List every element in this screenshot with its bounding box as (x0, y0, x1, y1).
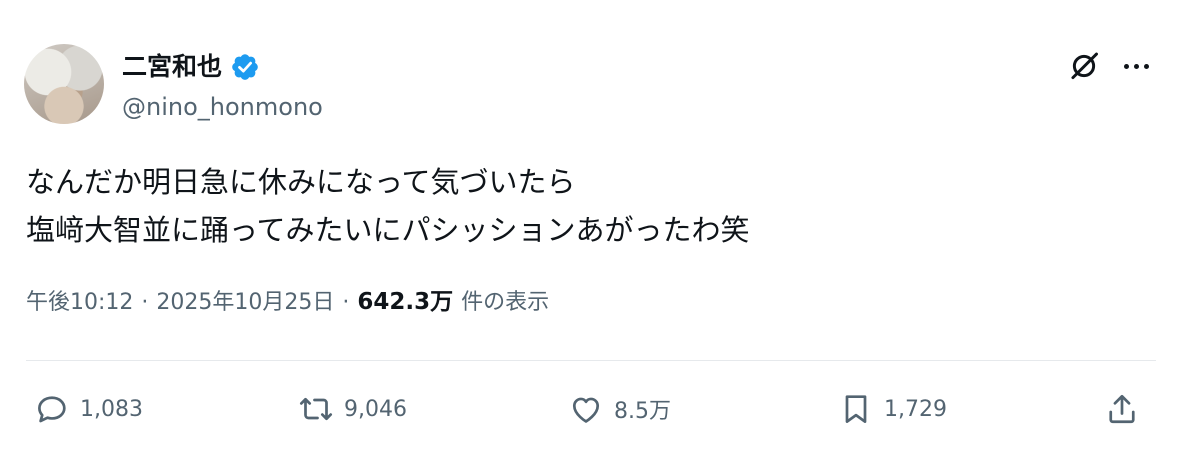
bookmark-count: 1,729 (884, 396, 947, 422)
share-button[interactable] (1104, 388, 1140, 430)
more-options-button[interactable] (1116, 48, 1156, 84)
grok-button[interactable] (1066, 48, 1102, 84)
views-label[interactable]: 件の表示 (461, 285, 549, 321)
views-count[interactable]: 642.3万 (357, 284, 453, 320)
like-count: 8.5万 (614, 399, 671, 424)
retweet-count: 9,046 (344, 396, 407, 422)
tweet-time[interactable]: 午後10:12 (26, 285, 133, 321)
reply-count: 1,083 (80, 396, 143, 422)
tweet-text-line: なんだか明日急に休みになって気づいたら (26, 165, 576, 199)
retweet-icon (299, 397, 333, 421)
grok-icon (1071, 52, 1098, 80)
more-icon (1123, 63, 1129, 69)
tweet-date[interactable]: 2025年10月25日 (156, 285, 334, 321)
verified-badge-icon (232, 54, 258, 80)
divider (26, 360, 1156, 361)
tweet-meta: 午後10:12 · 2025年10月25日 · 642.3万 件の表示 (26, 284, 549, 321)
like-icon (572, 397, 600, 423)
share-icon (1109, 394, 1135, 424)
like-button[interactable]: 8.5万 (568, 388, 671, 430)
bookmark-icon (845, 395, 867, 423)
reply-button[interactable]: 1,083 (34, 388, 143, 430)
meta-separator: · (141, 290, 149, 315)
author-name-row: 二宮和也 (122, 50, 260, 84)
bookmark-button[interactable]: 1,729 (838, 388, 947, 430)
reply-icon (38, 396, 66, 423)
meta-separator: · (342, 290, 350, 315)
retweet-button[interactable]: 9,046 (298, 388, 407, 430)
tweet-text-line: 塩﨑大智並に踊ってみたいにパシッションあがったわ笑 (26, 213, 750, 247)
author-display-name[interactable]: 二宮和也 (122, 50, 222, 84)
avatar[interactable] (24, 44, 104, 124)
author-handle[interactable]: @nino_honmono (122, 90, 323, 124)
tweet-text: なんだか明日急に休みになって気づいたら 塩﨑大智並に踊ってみたいにパシッションあ… (26, 158, 750, 254)
